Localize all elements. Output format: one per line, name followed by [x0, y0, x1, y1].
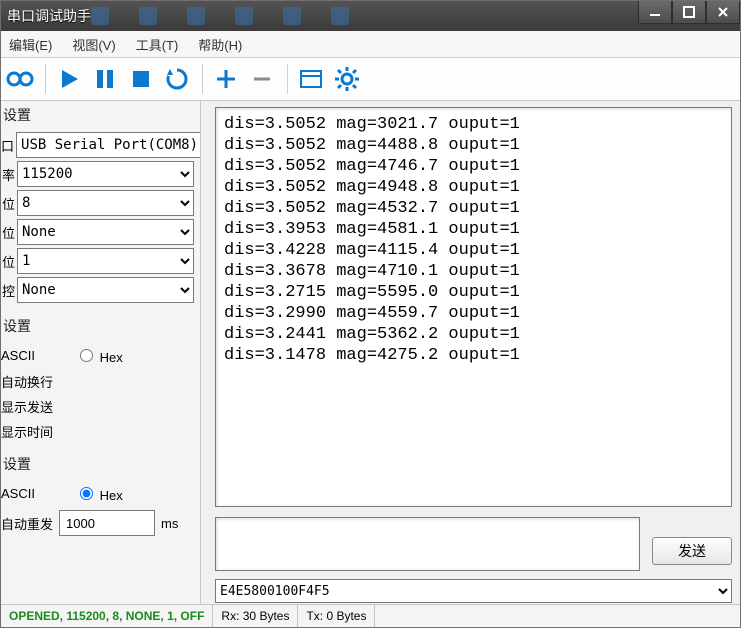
databits-select[interactable]: 8: [17, 190, 194, 216]
remove-button[interactable]: [245, 62, 279, 96]
status-connection: OPENED, 115200, 8, NONE, 1, OFF: [1, 605, 213, 627]
stopbits-label: 位: [1, 252, 17, 271]
menu-bar: 编辑(E) 视图(V) 工具(T) 帮助(H): [1, 31, 740, 58]
send-hex-radio[interactable]: Hex: [75, 484, 123, 503]
refresh-button[interactable]: [160, 62, 194, 96]
output-textarea[interactable]: dis=3.5052 mag=3021.7 ouput=1 dis=3.5052…: [215, 107, 732, 507]
close-button[interactable]: [706, 1, 740, 24]
send-ascii-radio[interactable]: ASCII: [1, 486, 35, 501]
stopbits-select[interactable]: 1: [17, 248, 194, 274]
toolbar: [1, 58, 740, 101]
baud-select[interactable]: 115200: [17, 161, 194, 187]
status-tx: Tx: 0 Bytes: [298, 605, 375, 627]
interval-input[interactable]: [59, 510, 155, 536]
send-settings-title: 设置: [1, 452, 194, 478]
app-window: 串口调试助手 编辑(E) 视图(V) 工具(T) 帮助(H): [0, 0, 741, 628]
recv-settings-title: 设置: [1, 314, 194, 340]
recv-ascii-radio[interactable]: ASCII: [1, 348, 35, 363]
menu-view[interactable]: 视图(V): [68, 32, 119, 57]
window-controls: [638, 1, 740, 23]
send-input[interactable]: [215, 517, 640, 571]
status-rx: Rx: 30 Bytes: [213, 605, 298, 627]
window-icon[interactable]: [294, 62, 328, 96]
showtime-checkbox[interactable]: 显示时间: [1, 419, 194, 444]
flow-label: 控: [1, 281, 17, 300]
databits-label: 位: [1, 194, 17, 213]
menu-edit[interactable]: 编辑(E): [5, 32, 56, 57]
minimize-button[interactable]: [638, 1, 672, 24]
port-label: 口: [1, 136, 16, 155]
title-bar: 串口调试助手: [1, 1, 740, 31]
main-body: 设置 口 USB Serial Port(COM8) 率 115200 位 8 …: [1, 101, 740, 607]
parity-select[interactable]: None: [17, 219, 194, 245]
port-select[interactable]: USB Serial Port(COM8): [16, 132, 201, 158]
add-button[interactable]: [209, 62, 243, 96]
status-bar: OPENED, 115200, 8, NONE, 1, OFF Rx: 30 B…: [1, 604, 740, 627]
stop-button[interactable]: [124, 62, 158, 96]
right-panel: dis=3.5052 mag=3021.7 ouput=1 dis=3.5052…: [201, 101, 740, 607]
taskbar-ghost-icons: [91, 1, 349, 31]
maximize-button[interactable]: [672, 1, 706, 24]
baud-label: 率: [1, 165, 17, 184]
send-row: 发送: [215, 517, 732, 571]
autowrap-checkbox[interactable]: 自动换行: [1, 369, 194, 394]
send-button[interactable]: 发送: [652, 537, 732, 565]
showsend-checkbox[interactable]: 显示发送: [1, 394, 194, 419]
window-title: 串口调试助手: [1, 1, 91, 31]
parity-label: 位: [1, 223, 17, 242]
menu-help[interactable]: 帮助(H): [194, 32, 246, 57]
flow-select[interactable]: None: [17, 277, 194, 303]
settings-icon[interactable]: [330, 62, 364, 96]
left-panel: 设置 口 USB Serial Port(COM8) 率 115200 位 8 …: [1, 101, 201, 607]
menu-tool[interactable]: 工具(T): [132, 32, 183, 57]
recv-hex-radio[interactable]: Hex: [75, 346, 123, 365]
port-settings-title: 设置: [1, 103, 194, 129]
link-icon[interactable]: [3, 62, 37, 96]
play-button[interactable]: [52, 62, 86, 96]
autorepeat-label[interactable]: 自动重发: [1, 514, 53, 533]
autorepeat-row: 自动重发 ms: [1, 507, 194, 539]
interval-unit: ms: [161, 516, 178, 531]
hex-history-row: E4E5800100F4F5: [215, 579, 732, 603]
pause-button[interactable]: [88, 62, 122, 96]
hex-history-select[interactable]: E4E5800100F4F5: [215, 579, 732, 603]
